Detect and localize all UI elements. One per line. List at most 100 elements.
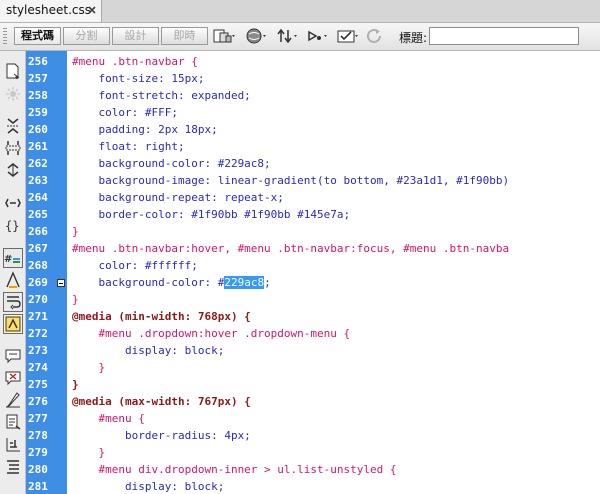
line-number: 270 (28, 293, 48, 306)
line-number: 265 (28, 208, 48, 221)
code-text: background-image: linear-gradient(to bot… (72, 174, 510, 187)
code-text: @media (min-width: 768px) { (72, 310, 251, 323)
code-line: } (72, 359, 105, 376)
code-line: background-repeat: repeat-x; (72, 189, 284, 206)
code-text: color: #FFF; (72, 106, 178, 119)
line-number: 260 (28, 123, 48, 136)
code-text: #menu { (72, 412, 145, 425)
code-line: @media (max-width: 767px) { (72, 393, 251, 410)
line-number: 261 (28, 140, 48, 153)
line-number: 269 (28, 276, 48, 289)
document-tab-label: stylesheet.css (6, 3, 92, 17)
line-number: 262 (28, 157, 48, 170)
split-view-button[interactable]: 分割 (63, 27, 110, 45)
document-toolbar: 程式碼 分割 設計 即時 標題: (0, 23, 600, 51)
document-tab[interactable]: stylesheet.css (0, 0, 102, 22)
highlight-invalid-code-icon[interactable] (4, 271, 22, 289)
remove-comment-icon[interactable] (4, 369, 22, 387)
code-line: } (72, 291, 79, 308)
syntax-coloring-icon[interactable] (3, 314, 23, 334)
title-label: 標題: (399, 31, 428, 45)
wrap-tag-icon[interactable] (4, 391, 22, 409)
collapse-full-tag-icon[interactable] (4, 117, 22, 135)
code-line: color: #ffffff; (72, 257, 198, 274)
design-view-button[interactable]: 設計 (112, 27, 159, 45)
code-line: background-color: #229ac8; (72, 274, 271, 291)
code-text: border-color: #1f90bb #1f90bb #145e7a; (72, 208, 351, 221)
line-number: 266 (28, 225, 48, 238)
code-text: #menu .dropdown:hover .dropdown-menu { (72, 327, 351, 340)
code-text: background-color: #229ac8; (72, 157, 271, 170)
code-text: } (72, 378, 79, 391)
file-management-icon[interactable] (276, 27, 300, 45)
line-number: 268 (28, 259, 48, 272)
multiscreen-icon[interactable] (212, 27, 236, 45)
coding-toolbar: {} # (0, 51, 26, 494)
code-line: padding: 2px 18px; (72, 121, 217, 138)
code-line: #menu { (72, 410, 145, 427)
line-number: 257 (28, 72, 48, 85)
line-number: 256 (28, 55, 48, 68)
balance-braces-icon[interactable]: {} (4, 216, 22, 234)
code-text: font-size: 15px; (72, 72, 205, 85)
code-line: } (72, 376, 79, 393)
line-number: 274 (28, 361, 48, 374)
toolbar-grip[interactable] (3, 28, 7, 44)
selected-text: 229ac8 (224, 276, 265, 289)
expand-all-icon[interactable] (4, 161, 22, 179)
line-number: 267 (28, 242, 48, 255)
close-icon[interactable] (86, 4, 98, 16)
line-number: 264 (28, 191, 48, 204)
apply-comment-icon[interactable] (4, 347, 22, 365)
code-line: #menu div.dropdown-inner > ul.list-unsty… (72, 461, 396, 478)
code-line: display: block; (72, 342, 224, 359)
code-text: border-radius: 4px; (72, 429, 251, 442)
collapse-selection-icon[interactable] (4, 139, 22, 157)
code-text: #menu .btn-navbar { (72, 55, 198, 68)
debug-icon[interactable] (307, 27, 331, 45)
code-text: } (72, 225, 79, 238)
preview-in-browser-icon[interactable] (245, 27, 269, 45)
select-parent-tag-icon[interactable] (4, 194, 22, 212)
code-line: float: right; (72, 138, 184, 155)
recent-snippets-icon[interactable] (4, 413, 22, 431)
code-editor[interactable]: #menu .btn-navbar { font-size: 15px; fon… (67, 51, 600, 494)
format-source-icon[interactable] (4, 457, 22, 475)
visual-aids-icon[interactable] (336, 27, 360, 45)
collapse-fold-icon[interactable] (57, 279, 65, 287)
line-number: 280 (28, 463, 48, 476)
code-text: display: block; (72, 344, 225, 357)
code-text: } (72, 293, 79, 306)
line-number: 258 (28, 89, 48, 102)
word-wrap-icon[interactable] (3, 292, 23, 312)
line-number: 279 (28, 446, 48, 459)
code-text: background-color: # (72, 276, 225, 289)
line-number: 278 (28, 429, 48, 442)
code-line: color: #FFF; (72, 104, 178, 121)
code-view-button[interactable]: 程式碼 (14, 27, 61, 45)
show-code-navigator-icon (6, 87, 20, 101)
code-line: border-color: #1f90bb #1f90bb #145e7a; (72, 206, 350, 223)
document-tab-bar: stylesheet.css (0, 0, 600, 23)
line-number: 273 (28, 344, 48, 357)
code-line: font-size: 15px; (72, 70, 204, 87)
line-number: 263 (28, 174, 48, 187)
open-documents-icon[interactable] (4, 62, 22, 80)
indent-code-icon[interactable] (4, 435, 22, 453)
code-text: display: block; (72, 480, 225, 493)
code-line: #menu .btn-navbar { (72, 53, 198, 70)
code-text: } (72, 361, 106, 374)
line-number: 275 (28, 378, 48, 391)
refresh-icon[interactable] (364, 27, 388, 45)
code-line: } (72, 223, 79, 240)
code-text: } (72, 446, 106, 459)
code-text: background-repeat: repeat-x; (72, 191, 284, 204)
code-text: #menu .btn-navbar:hover, #menu .btn-navb… (72, 242, 510, 255)
live-view-button[interactable]: 即時 (161, 27, 208, 45)
title-input[interactable] (429, 27, 579, 45)
line-number: 272 (28, 327, 48, 340)
line-numbers-icon[interactable]: # (3, 248, 23, 268)
code-line: #menu .btn-navbar:hover, #menu .btn-navb… (72, 240, 509, 257)
code-line: #menu .dropdown:hover .dropdown-menu { (72, 325, 350, 342)
code-text: color: #ffffff; (72, 259, 198, 272)
